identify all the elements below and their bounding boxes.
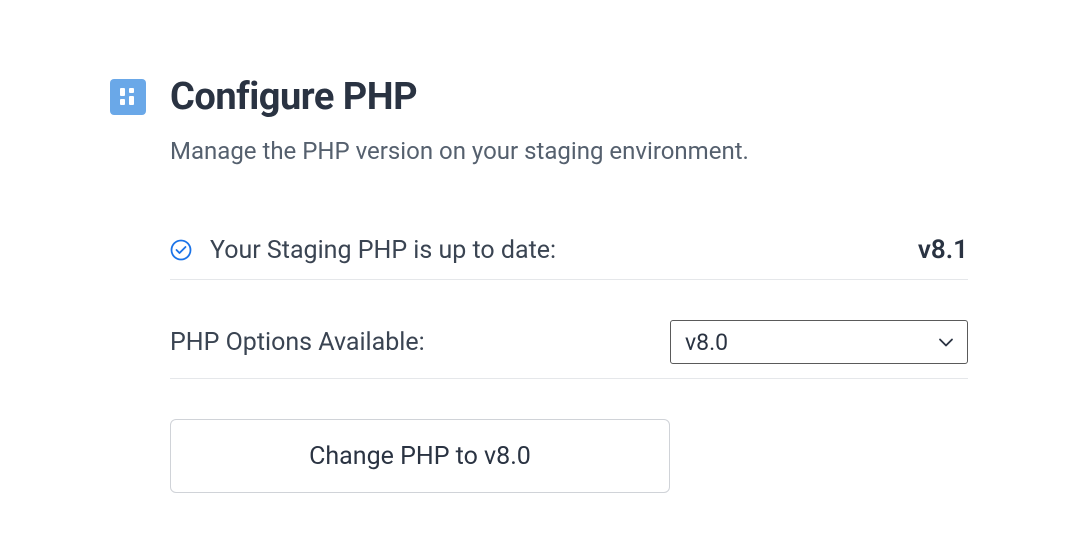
configure-php-icon bbox=[110, 79, 146, 115]
check-circle-icon bbox=[170, 239, 192, 261]
php-status-label: Your Staging PHP is up to date: bbox=[210, 236, 556, 265]
php-version-select[interactable]: v8.0 bbox=[670, 320, 968, 364]
page-subtitle: Manage the PHP version on your staging e… bbox=[170, 137, 968, 165]
php-current-version: v8.1 bbox=[918, 235, 968, 265]
php-status-row: Your Staging PHP is up to date: v8.1 bbox=[170, 235, 968, 280]
change-php-button[interactable]: Change PHP to v8.0 bbox=[170, 419, 670, 493]
php-status-left: Your Staging PHP is up to date: bbox=[170, 236, 556, 265]
change-php-button-label: Change PHP to v8.0 bbox=[309, 442, 531, 471]
php-options-label: PHP Options Available: bbox=[170, 328, 425, 357]
php-version-select-wrap: v8.0 bbox=[670, 320, 968, 364]
php-options-row: PHP Options Available: v8.0 bbox=[170, 320, 968, 379]
page-header: Configure PHP bbox=[110, 75, 968, 119]
page-title: Configure PHP bbox=[170, 75, 417, 119]
